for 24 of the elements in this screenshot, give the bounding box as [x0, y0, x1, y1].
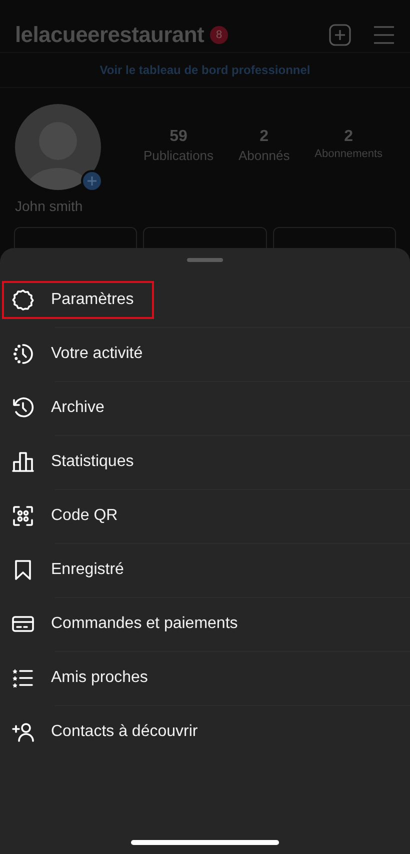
stat-value: 2	[260, 128, 269, 146]
menu-item[interactable]: Enregistré	[2, 551, 144, 589]
settings-icon	[11, 288, 35, 312]
history-icon	[11, 396, 35, 420]
profile-name: John smith	[14, 197, 84, 214]
stat-value: 59	[170, 128, 188, 146]
new-post-icon[interactable]	[328, 23, 352, 47]
menu-item[interactable]: Votre activité	[2, 335, 163, 373]
notification-badge: 8	[210, 26, 228, 44]
add-person-icon	[11, 720, 35, 744]
bar-chart-icon	[11, 450, 35, 474]
menu-item[interactable]: Contacts à découvrir	[2, 713, 218, 751]
stat-value: 2	[344, 128, 354, 146]
menu-item[interactable]: Archive	[2, 389, 124, 427]
qr-code-icon	[11, 504, 35, 528]
menu-item[interactable]: Statistiques	[2, 443, 154, 481]
menu-item[interactable]: Commandes et paiements	[2, 605, 258, 643]
add-story-icon[interactable]	[81, 170, 103, 192]
menu-item[interactable]: Code QR	[2, 497, 138, 535]
menu-icon[interactable]	[372, 23, 396, 47]
clock-icon	[11, 342, 35, 366]
menu-item[interactable]: Amis proches	[2, 659, 168, 697]
menu-item[interactable]: Paramètres	[2, 281, 154, 319]
drag-handle[interactable]	[187, 258, 223, 262]
